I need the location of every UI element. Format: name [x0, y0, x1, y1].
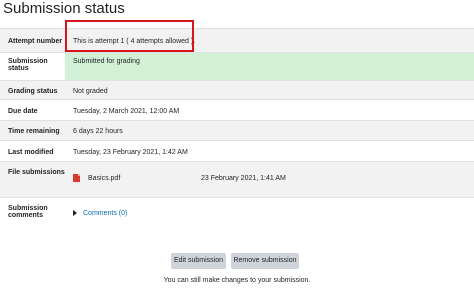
changes-note: You can still make changes to your submi…: [163, 277, 311, 284]
row-file-submissions: File submissions Basics.pdf 23 February …: [0, 161, 474, 198]
row-grading-status: Grading status Not graded: [0, 80, 474, 100]
attempt-highlight-box: [65, 20, 194, 52]
row-submission-comments: Submission comments Comments (0): [0, 197, 474, 232]
submission-status-table: Attempt number This is attempt 1 ( 4 att…: [0, 28, 474, 232]
row-submission-status: Submission status Submitted for grading: [0, 52, 474, 81]
submission-status-value: Submitted for grading: [65, 52, 474, 81]
grading-status-label: Grading status: [0, 80, 65, 100]
time-remaining-label: Time remaining: [0, 120, 65, 141]
file-date: 23 February 2021, 1:41 AM: [201, 174, 286, 182]
time-remaining-value: 6 days 22 hours: [65, 120, 474, 141]
expand-triangle-icon[interactable]: [73, 210, 77, 217]
file-submissions-label: File submissions: [0, 161, 65, 198]
due-date-value: Tuesday, 2 March 2021, 12:00 AM: [65, 99, 474, 121]
last-modified-value: Tuesday, 23 February 2021, 1:42 AM: [65, 140, 474, 162]
submission-status-label: Submission status: [0, 52, 65, 81]
due-date-label: Due date: [0, 99, 65, 121]
submission-comments-value: Comments (0): [65, 197, 474, 232]
file-name-link[interactable]: Basics.pdf: [88, 175, 201, 182]
grading-status-value: Not graded: [65, 80, 474, 100]
remove-submission-button[interactable]: Remove submission: [231, 253, 299, 269]
attempt-number-label: Attempt number: [0, 28, 65, 53]
row-due-date: Due date Tuesday, 2 March 2021, 12:00 AM: [0, 99, 474, 121]
pdf-file-icon: [73, 174, 80, 182]
last-modified-label: Last modified: [0, 140, 65, 162]
file-entry: Basics.pdf 23 February 2021, 1:41 AM: [73, 174, 474, 182]
row-last-modified: Last modified Tuesday, 23 February 2021,…: [0, 140, 474, 162]
row-time-remaining: Time remaining 6 days 22 hours: [0, 120, 474, 141]
edit-submission-button[interactable]: Edit submission: [171, 253, 226, 269]
comments-link[interactable]: Comments (0): [83, 210, 127, 217]
submission-comments-label: Submission comments: [0, 197, 65, 232]
file-submissions-value: Basics.pdf 23 February 2021, 1:41 AM: [65, 161, 474, 198]
page-title: Submission status: [3, 0, 125, 17]
